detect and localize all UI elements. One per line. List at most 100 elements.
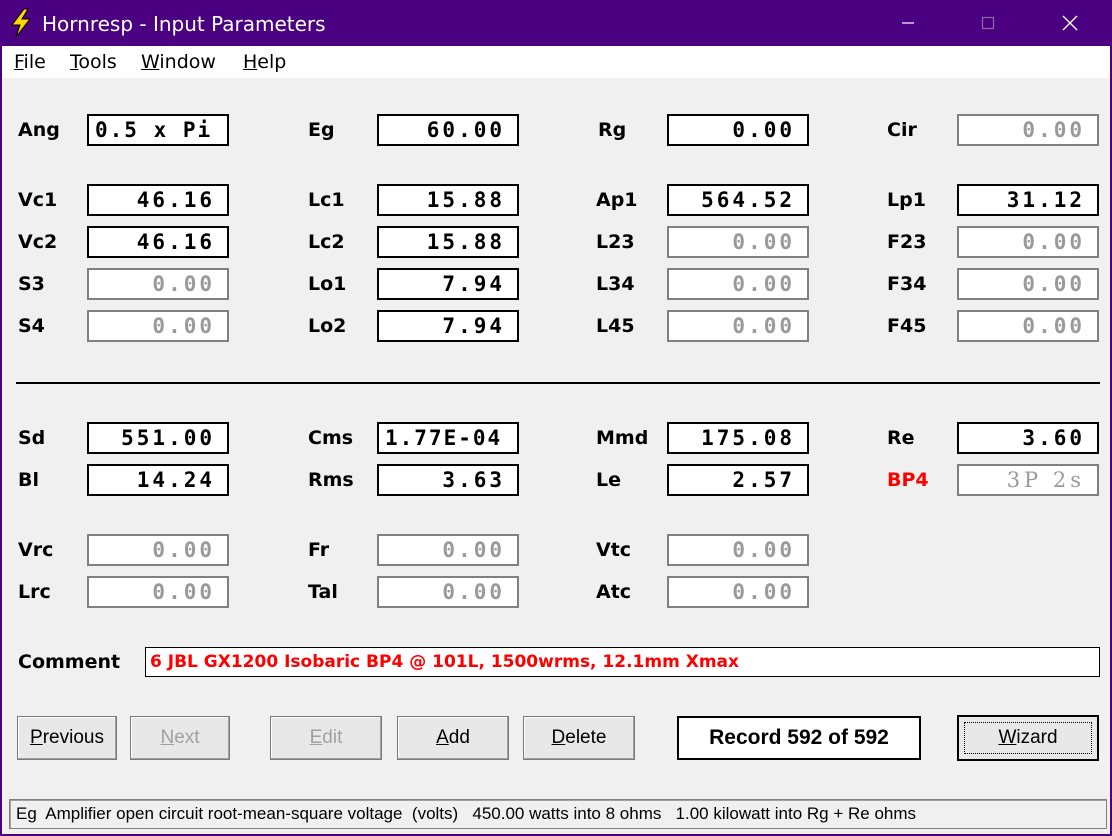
- label-l45: L45: [596, 315, 635, 337]
- status-bar: Eg Amplifier open circuit root-mean-squa…: [9, 799, 1107, 829]
- input-mmd[interactable]: 175.08: [667, 422, 809, 454]
- label-re: Re: [887, 427, 915, 449]
- input-vc1[interactable]: 46.16: [87, 184, 229, 216]
- wizard-button[interactable]: Wizard: [957, 715, 1099, 761]
- wizard-label: Wizard: [964, 722, 1092, 754]
- label-cms: Cms: [308, 427, 354, 449]
- input-fr[interactable]: 0.00: [377, 534, 519, 566]
- label-mmd: Mmd: [596, 427, 649, 449]
- wizard-rest: izard: [1016, 727, 1058, 748]
- menu-file-accel: F: [14, 51, 24, 73]
- add-button[interactable]: Add: [397, 716, 509, 760]
- previous-accel: P: [30, 727, 43, 748]
- next-button[interactable]: Next: [130, 716, 230, 760]
- input-f23[interactable]: 0.00: [957, 226, 1099, 258]
- input-bp4[interactable]: 3P 2s: [957, 464, 1099, 496]
- menu-bar: File Tools Window Help: [2, 46, 1110, 78]
- input-f34[interactable]: 0.00: [957, 268, 1099, 300]
- input-rms[interactable]: 3.63: [377, 464, 519, 496]
- maximize-button[interactable]: [948, 0, 1028, 46]
- label-f45: F45: [887, 315, 927, 337]
- input-lo1[interactable]: 7.94: [377, 268, 519, 300]
- label-f23: F23: [887, 231, 927, 253]
- close-icon: [1062, 15, 1078, 31]
- input-f45[interactable]: 0.00: [957, 310, 1099, 342]
- label-sd: Sd: [18, 427, 46, 449]
- label-lrc: Lrc: [18, 581, 51, 603]
- menu-window-accel: W: [141, 51, 160, 73]
- input-s4[interactable]: 0.00: [87, 310, 229, 342]
- menu-help[interactable]: Help: [243, 51, 286, 73]
- add-rest: dd: [448, 727, 470, 748]
- label-l34: L34: [596, 273, 635, 295]
- input-le[interactable]: 2.57: [667, 464, 809, 496]
- input-bl[interactable]: 14.24: [87, 464, 229, 496]
- previous-rest: revious: [42, 727, 104, 748]
- input-cms[interactable]: 1.77E-04: [377, 422, 519, 454]
- section-divider: [16, 382, 1100, 384]
- input-tal[interactable]: 0.00: [377, 576, 519, 608]
- input-ang[interactable]: 0.5 x Pi: [87, 114, 229, 146]
- close-button[interactable]: [1030, 0, 1110, 46]
- label-cir: Cir: [887, 119, 917, 141]
- record-indicator: Record 592 of 592: [677, 716, 921, 760]
- input-lc2[interactable]: 15.88: [377, 226, 519, 258]
- delete-accel: D: [551, 727, 566, 748]
- previous-button[interactable]: Previous: [17, 716, 117, 760]
- label-lp1: Lp1: [887, 189, 926, 211]
- input-vc2[interactable]: 46.16: [87, 226, 229, 258]
- input-l23[interactable]: 0.00: [667, 226, 809, 258]
- input-lo2[interactable]: 7.94: [377, 310, 519, 342]
- lightning-bolt-icon: [11, 8, 32, 38]
- label-vtc: Vtc: [596, 539, 632, 561]
- label-vrc: Vrc: [18, 539, 54, 561]
- label-bp4: BP4: [887, 469, 929, 491]
- label-lo1: Lo1: [308, 273, 347, 295]
- input-vrc[interactable]: 0.00: [87, 534, 229, 566]
- comment-field[interactable]: 6 JBL GX1200 Isobaric BP4 @ 101L, 1500wr…: [145, 647, 1100, 677]
- input-lc1[interactable]: 15.88: [377, 184, 519, 216]
- label-lo2: Lo2: [308, 315, 347, 337]
- label-eg: Eg: [308, 119, 335, 141]
- label-atc: Atc: [596, 581, 632, 603]
- maximize-icon: [981, 16, 995, 30]
- input-vtc[interactable]: 0.00: [667, 534, 809, 566]
- delete-button[interactable]: Delete: [523, 716, 635, 760]
- label-rg: Rg: [598, 119, 627, 141]
- menu-window[interactable]: Window: [141, 51, 216, 73]
- input-re[interactable]: 3.60: [957, 422, 1099, 454]
- input-rg[interactable]: 0.00: [667, 114, 809, 146]
- input-cir[interactable]: 0.00: [957, 114, 1099, 146]
- input-lrc[interactable]: 0.00: [87, 576, 229, 608]
- input-l34[interactable]: 0.00: [667, 268, 809, 300]
- menu-tools[interactable]: Tools: [70, 51, 117, 73]
- label-lc1: Lc1: [308, 189, 345, 211]
- label-rms: Rms: [308, 469, 354, 491]
- menu-tools-rest: ools: [78, 51, 117, 73]
- label-fr: Fr: [308, 539, 330, 561]
- minimize-icon: [902, 22, 914, 24]
- next-rest: ext: [174, 727, 200, 748]
- menu-window-rest: indow: [159, 51, 216, 73]
- menu-file[interactable]: File: [14, 51, 46, 73]
- menu-file-rest: ile: [23, 51, 46, 73]
- label-le: Le: [596, 469, 621, 491]
- add-accel: A: [436, 727, 449, 748]
- edit-accel: E: [309, 727, 323, 748]
- label-lc2: Lc2: [308, 231, 345, 253]
- minimize-button[interactable]: [868, 0, 948, 46]
- input-atc[interactable]: 0.00: [667, 576, 809, 608]
- label-l23: L23: [596, 231, 635, 253]
- edit-rest: dit: [322, 727, 343, 748]
- input-sd[interactable]: 551.00: [87, 422, 229, 454]
- input-ap1[interactable]: 564.52: [667, 184, 809, 216]
- input-eg[interactable]: 60.00: [377, 114, 519, 146]
- input-l45[interactable]: 0.00: [667, 310, 809, 342]
- label-ap1: Ap1: [596, 189, 638, 211]
- input-s3[interactable]: 0.00: [87, 268, 229, 300]
- input-lp1[interactable]: 31.12: [957, 184, 1099, 216]
- label-f34: F34: [887, 273, 927, 295]
- label-bl: Bl: [18, 469, 39, 491]
- edit-button[interactable]: Edit: [270, 716, 382, 760]
- menu-help-accel: H: [243, 51, 258, 73]
